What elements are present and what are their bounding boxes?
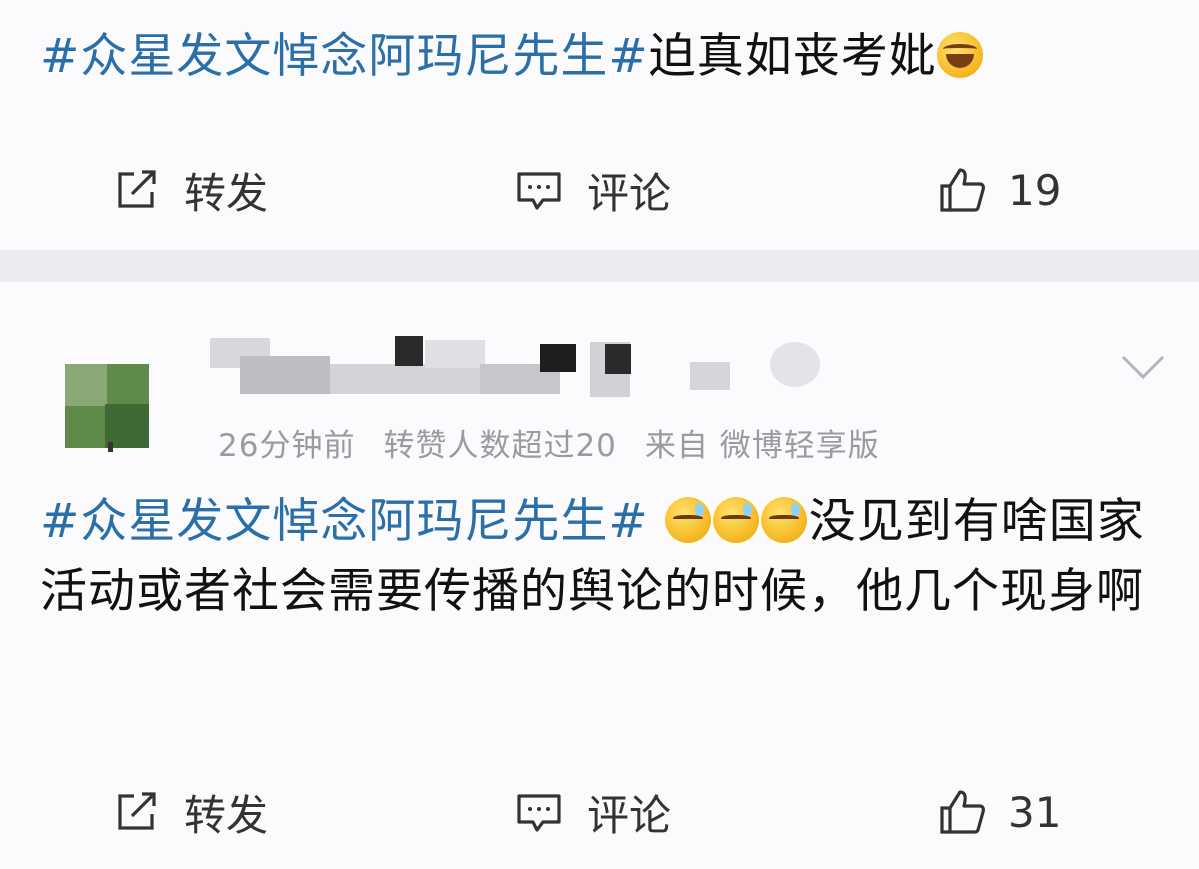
like-button[interactable]: 19 bbox=[938, 155, 1061, 225]
like-button[interactable]: 31 bbox=[938, 777, 1061, 847]
comment-button[interactable]: 评论 bbox=[515, 155, 671, 225]
topic-hashtag-link[interactable]: #众星发文悼念阿玛尼先生# bbox=[40, 494, 649, 549]
post-time: 26分钟前 bbox=[218, 428, 356, 464]
post-text: #众星发文悼念阿玛尼先生#迫真如丧考妣 bbox=[40, 22, 1170, 92]
repost-button[interactable]: 转发 bbox=[112, 155, 268, 225]
laughing-emoji-icon bbox=[936, 32, 983, 78]
sweat-smile-emoji-icon bbox=[760, 497, 807, 543]
thumbs-up-icon bbox=[940, 790, 985, 834]
repost-label: 转发 bbox=[184, 790, 269, 840]
comment-label: 评论 bbox=[587, 790, 672, 840]
topic-hashtag-link[interactable]: #众星发文悼念阿玛尼先生# bbox=[40, 29, 649, 84]
post-source[interactable]: 来自 微博轻享版 bbox=[645, 428, 880, 464]
repost-icon bbox=[118, 170, 156, 208]
sweat-smile-emoji-icon bbox=[712, 497, 759, 543]
post-divider bbox=[0, 250, 1199, 282]
chevron-down-icon[interactable] bbox=[1120, 352, 1166, 382]
avatar-badge bbox=[108, 442, 113, 452]
post-card: 26分钟前 转赞人数超过20 来自 微博轻享版 #众星发文悼念阿玛尼先生# 没见到有… bbox=[0, 282, 1199, 869]
like-count: 19 bbox=[1008, 165, 1062, 215]
post-text: #众星发文悼念阿玛尼先生# 没见到有啥国家活动或者社会需要传播的舆论的时候，他几… bbox=[40, 487, 1170, 627]
post-meta: 26分钟前 转赞人数超过20 来自 微博轻享版 bbox=[218, 420, 908, 465]
comment-icon bbox=[517, 794, 561, 832]
post-body: 迫真如丧考妣 bbox=[648, 29, 937, 84]
like-count: 31 bbox=[1008, 787, 1062, 837]
repost-icon bbox=[118, 792, 156, 830]
comment-button[interactable]: 评论 bbox=[515, 777, 671, 847]
action-bar: 转发 评论 19 bbox=[0, 155, 1199, 225]
action-bar: 转发 评论 31 bbox=[0, 777, 1199, 847]
repost-button[interactable]: 转发 bbox=[112, 777, 268, 847]
comment-label: 评论 bbox=[587, 168, 672, 218]
avatar[interactable] bbox=[65, 364, 149, 448]
thumbs-up-icon bbox=[940, 168, 985, 212]
sweat-smile-emoji-icon bbox=[664, 497, 711, 543]
post-card: #众星发文悼念阿玛尼先生#迫真如丧考妣 转发 评论 19 bbox=[0, 0, 1199, 250]
username-redacted[interactable] bbox=[210, 334, 830, 397]
repost-count-note: 转赞人数超过20 bbox=[383, 428, 617, 464]
comment-icon bbox=[517, 172, 561, 210]
repost-label: 转发 bbox=[184, 168, 269, 218]
